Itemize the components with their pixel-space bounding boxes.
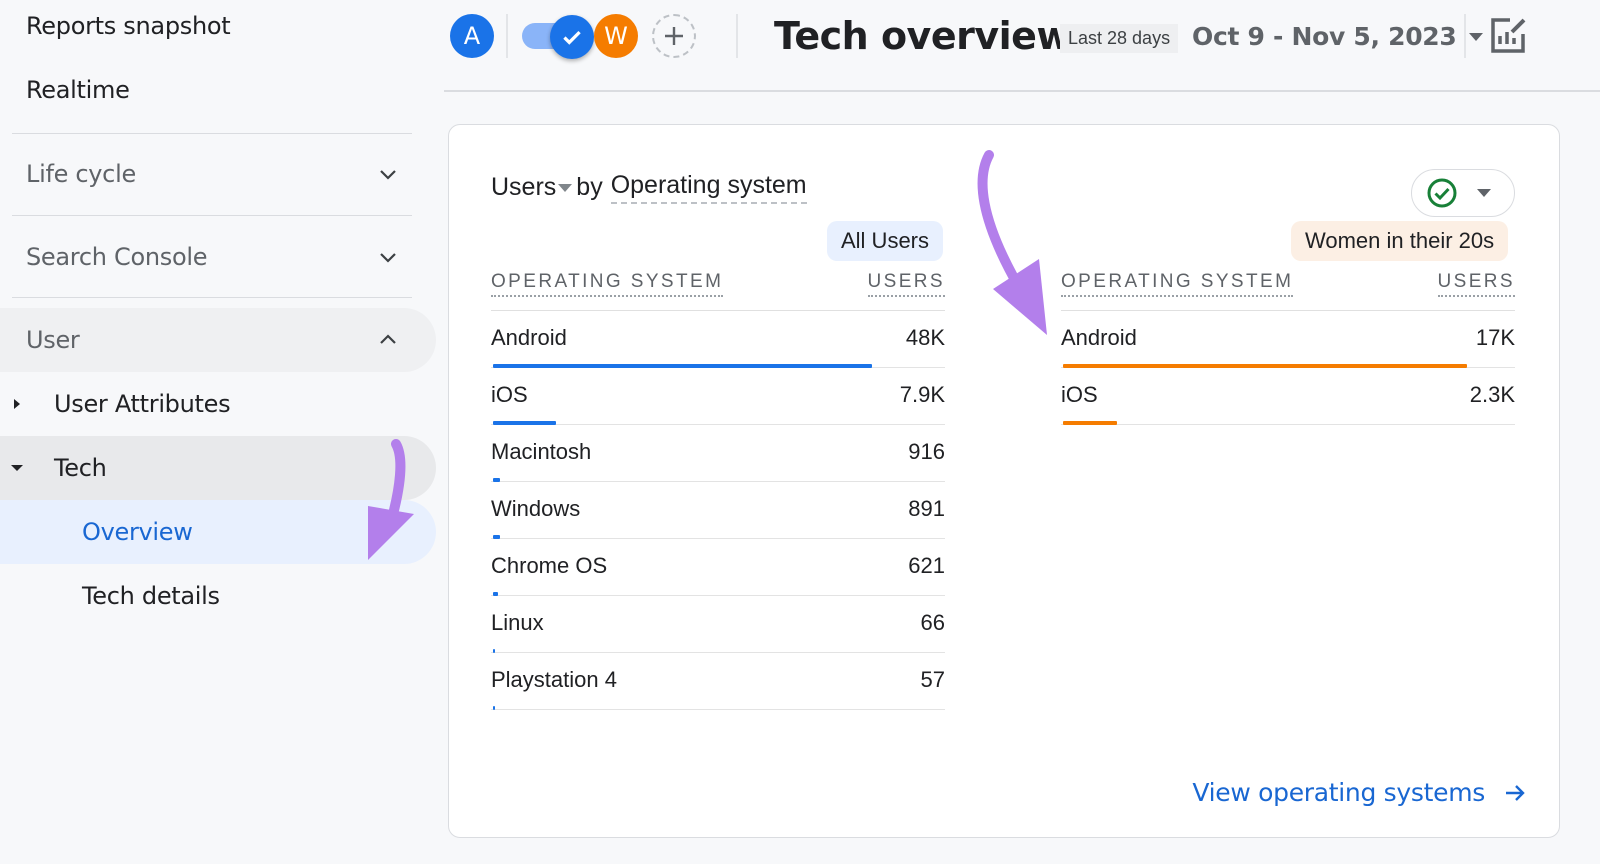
sidebar-divider (12, 133, 412, 134)
table-row[interactable]: Windows 891 (491, 482, 945, 539)
dropdown-arrow-icon (1469, 32, 1484, 41)
table-header: OPERATING SYSTEM USERS (491, 265, 945, 311)
dropdown-arrow-icon (1477, 189, 1491, 197)
caret-down-icon (11, 465, 23, 471)
date-preset-chip[interactable]: Last 28 days (1060, 24, 1179, 53)
metric-selector[interactable]: Users (491, 173, 556, 202)
user-count: 2.3K (1469, 382, 1515, 407)
os-name: Chrome OS (491, 553, 608, 578)
os-name: Android (491, 325, 567, 350)
nav-tech[interactable]: Tech (0, 436, 436, 500)
segment-label-all-users: All Users (827, 221, 944, 261)
header-separator (736, 14, 738, 58)
sidebar-divider (12, 215, 412, 216)
table-row[interactable]: Linux 66 (491, 596, 945, 653)
os-name: Macintosh (491, 439, 592, 464)
user-count: 66 (920, 610, 945, 635)
card-title: Users by Operating system (491, 171, 807, 204)
user-count: 7.9K (899, 382, 945, 407)
user-count: 621 (908, 553, 945, 578)
nav-item-label: Tech (54, 454, 107, 482)
os-name: iOS (491, 382, 528, 407)
os-name: iOS (1061, 382, 1098, 407)
avatar-initial: A (463, 22, 481, 50)
nav-section-user[interactable]: User (0, 308, 436, 372)
comparison-menu-button[interactable] (1411, 169, 1515, 217)
sidebar-divider (12, 297, 412, 298)
segment-avatar-w[interactable]: W (594, 14, 638, 58)
check-icon (563, 30, 581, 45)
chevron-down-icon (380, 253, 396, 263)
share-bar (493, 706, 495, 710)
check-circle-icon (1427, 178, 1457, 208)
os-name: Windows (491, 496, 581, 521)
dimension-selector[interactable]: Operating system (610, 171, 807, 204)
os-name: Linux (491, 610, 544, 635)
segment-label-women-20s: Women in their 20s (1291, 221, 1509, 261)
os-table-all-users: OPERATING SYSTEM USERS Android 48K iOS 7.9K… (491, 265, 945, 710)
os-name: Playstation 4 (491, 667, 617, 692)
table-row[interactable]: Chrome OS 621 (491, 539, 945, 596)
add-comparison-button[interactable] (652, 14, 696, 58)
avatar-initial: W (604, 22, 628, 50)
metric-dropdown-icon[interactable] (558, 183, 573, 192)
date-range-picker[interactable]: Oct 9 - Nov 5, 2023 (1192, 22, 1484, 51)
user-count: 57 (920, 667, 945, 692)
user-count: 916 (908, 439, 945, 464)
header-separator (506, 14, 508, 58)
edit-report-icon[interactable] (1488, 16, 1528, 56)
nav-user-attributes[interactable]: User Attributes (0, 372, 436, 436)
table-row[interactable]: iOS 2.3K (1061, 368, 1515, 425)
plus-icon (665, 27, 683, 45)
nav-section-life-cycle[interactable]: Life cycle (0, 142, 436, 206)
caret-right-icon (14, 399, 20, 409)
nav-realtime[interactable]: Realtime (26, 76, 130, 104)
nav-item-label: Overview (82, 518, 193, 546)
column-header-users[interactable]: USERS (867, 271, 945, 297)
os-name: Android (1061, 325, 1137, 350)
page-header: A W Tech overview Last 28 days Oct 9 - N… (444, 0, 1600, 92)
header-separator (1464, 14, 1466, 58)
column-header-os[interactable]: OPERATING SYSTEM (1061, 271, 1294, 297)
nav-section-label: Life cycle (26, 160, 136, 188)
table-row[interactable]: Playstation 4 57 (491, 653, 945, 710)
nav-tech-details[interactable]: Tech details (0, 564, 436, 628)
nav-section-label: User (26, 326, 80, 354)
chevron-down-icon (380, 170, 396, 180)
nav-item-label: Tech details (82, 582, 220, 610)
view-operating-systems-link[interactable]: View operating systems (1192, 778, 1527, 807)
share-bar (1063, 421, 1117, 425)
table-row[interactable]: Macintosh 916 (491, 425, 945, 482)
title-connector: by (576, 173, 603, 201)
segment-toggle-knob[interactable] (550, 15, 594, 59)
analytics-page: Reports snapshot Realtime Life cycle Sea… (0, 0, 1600, 864)
table-row[interactable]: Android 17K (1061, 311, 1515, 368)
table-row[interactable]: iOS 7.9K (491, 368, 945, 425)
date-range-text: Oct 9 - Nov 5, 2023 (1192, 22, 1457, 51)
segment-avatar-a[interactable]: A (450, 14, 494, 58)
table-header: OPERATING SYSTEM USERS (1061, 265, 1515, 311)
table-row[interactable]: Android 48K (491, 311, 945, 368)
column-header-os[interactable]: OPERATING SYSTEM (491, 271, 724, 297)
annotation-arrow-icon (977, 150, 1047, 335)
nav-tech-overview[interactable]: Overview (0, 500, 436, 564)
nav-section-search-console[interactable]: Search Console (0, 225, 436, 289)
os-table-women-20s: OPERATING SYSTEM USERS Android 17K iOS 2.3K (1061, 265, 1515, 425)
sidebar: Reports snapshot Realtime Life cycle Sea… (0, 0, 440, 864)
os-card: Users by Operating system All Users OPER… (448, 124, 1560, 838)
user-count: 891 (908, 496, 945, 521)
nav-section-label: Search Console (26, 243, 208, 271)
link-label: View operating systems (1192, 778, 1485, 807)
chevron-up-icon (380, 334, 396, 344)
page-title: Tech overview (774, 14, 1072, 58)
nav-reports-snapshot[interactable]: Reports snapshot (26, 12, 231, 40)
user-count: 48K (905, 325, 945, 350)
user-count: 17K (1475, 325, 1515, 350)
nav-item-label: User Attributes (54, 390, 231, 418)
arrow-right-icon (1506, 784, 1525, 801)
column-header-users[interactable]: USERS (1437, 271, 1515, 297)
